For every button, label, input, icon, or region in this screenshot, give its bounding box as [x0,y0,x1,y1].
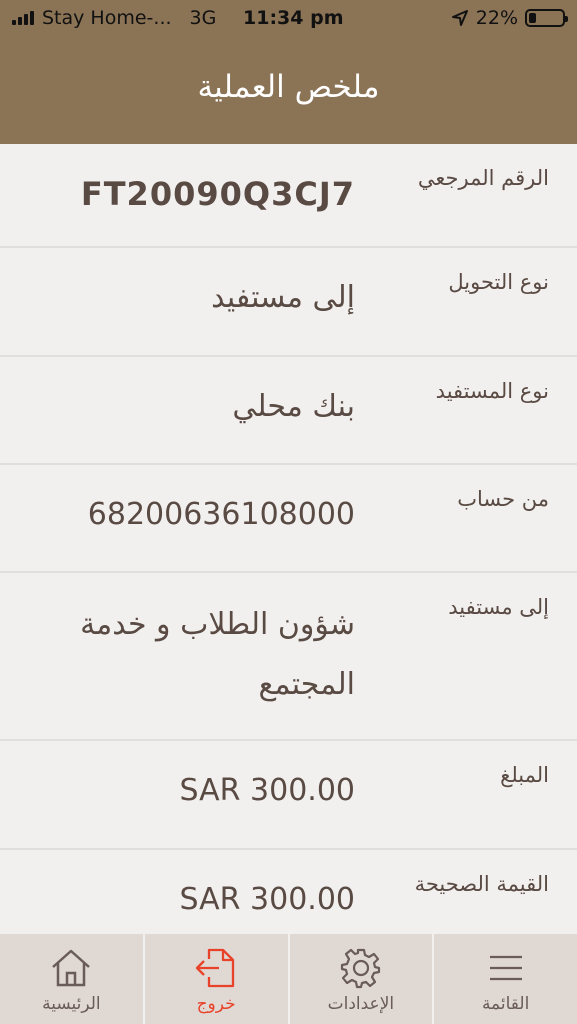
home-icon [49,946,93,990]
status-bar: Stay Home-... 3G 11:34 pm 22% [0,0,577,38]
header: ملخص العملية [0,38,577,144]
tab-settings[interactable]: الإعدادات [287,934,433,1024]
row-to-beneficiary: إلى مستفيد شؤون الطلاب و خدمة المجتمع [0,573,577,741]
tab-home-label: الرئيسية [42,994,101,1014]
row-label: نوع التحويل [448,270,549,294]
hamburger-menu-icon [486,946,526,990]
status-time: 11:34 pm [243,7,344,29]
row-value: SAR 300.00 [179,773,355,808]
tab-bar: الرئيسية خروج الإعدادات القائمة [0,934,577,1024]
row-label: نوع المستفيد [435,379,549,403]
tab-menu[interactable]: القائمة [432,934,577,1024]
row-beneficiary-type: نوع المستفيد بنك محلي [0,357,577,465]
row-value: إلى مستفيد [211,280,355,315]
battery-fill [529,13,537,23]
row-correct-value: القيمة الصحيحة SAR 300.00 [0,850,577,934]
carrier-name: Stay Home-... [42,7,172,29]
row-transfer-type: نوع التحويل إلى مستفيد [0,248,577,357]
row-value: بنك محلي [232,389,355,424]
row-value: 68200636108000 [87,497,355,532]
row-value: SAR 300.00 [179,882,355,917]
battery-percent: 22% [475,7,518,29]
tab-home[interactable]: الرئيسية [0,934,143,1024]
gear-icon [339,946,383,990]
location-arrow-icon [451,10,468,26]
tab-menu-label: القائمة [481,994,530,1014]
row-reference-number: الرقم المرجعي FT20090Q3CJ7 [0,144,577,248]
row-amount: المبلغ SAR 300.00 [0,741,577,850]
row-label: من حساب [457,487,549,511]
tab-logout[interactable]: خروج [142,934,288,1024]
row-from-account: من حساب 68200636108000 [0,465,577,573]
page-title: ملخص العملية [197,69,380,105]
row-value: FT20090Q3CJ7 [80,175,355,213]
row-label: المبلغ [500,763,549,787]
row-label: الرقم المرجعي [417,166,549,190]
row-label: إلى مستفيد [448,595,549,619]
transaction-summary: الرقم المرجعي FT20090Q3CJ7 نوع التحويل إ… [0,144,577,934]
status-left: Stay Home-... 3G [12,7,216,29]
signal-icon [12,11,34,25]
logout-icon [193,946,239,990]
battery-icon [525,9,568,27]
status-right: 22% [451,7,568,29]
tab-settings-label: الإعدادات [327,994,395,1014]
row-value: شؤون الطلاب و خدمة المجتمع [80,607,355,702]
tab-logout-label: خروج [196,994,236,1014]
row-label: القيمة الصحيحة [414,872,549,896]
network-type: 3G [189,7,217,29]
